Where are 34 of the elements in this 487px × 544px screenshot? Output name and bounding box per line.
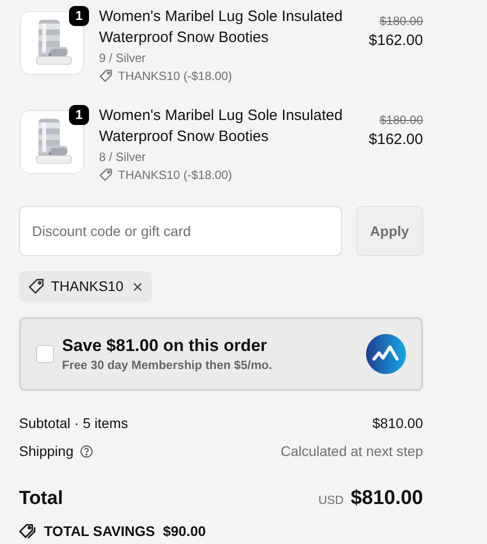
logo-icon bbox=[366, 334, 406, 374]
summary-label: Shipping bbox=[19, 442, 74, 461]
variant-text: 9 / Silver bbox=[99, 50, 147, 67]
product-title: Women's Maribel Lug Sole Insulated Waterproof Snow Booties bbox=[99, 106, 344, 147]
apply-button[interactable]: Apply bbox=[356, 206, 423, 256]
product-title: Women's Maribel Lug Sole Insulated Waterproof Snow Booties bbox=[99, 7, 344, 48]
checkbox[interactable] bbox=[36, 345, 54, 363]
discount-field[interactable]: Discount code or gift card bbox=[19, 206, 342, 256]
total-amount: $810.00 bbox=[350, 486, 423, 511]
offer-title: Save $81.00 on this order bbox=[62, 335, 268, 357]
tag-icon bbox=[99, 69, 113, 83]
original-price: $180.00 bbox=[380, 13, 423, 30]
discount-code: THANKS10 bbox=[51, 277, 124, 296]
offer-subtitle: Free 30 day Membership then $5/mo. bbox=[62, 357, 272, 373]
price: $162.00 bbox=[368, 130, 423, 150]
tag-icon bbox=[99, 168, 113, 182]
quantity-badge: 1 bbox=[69, 105, 89, 125]
tags-icon bbox=[19, 523, 36, 540]
price: $162.00 bbox=[368, 31, 423, 51]
summary-value: $810.00 bbox=[372, 414, 423, 432]
variant-text: 8 / Silver bbox=[99, 149, 147, 166]
discount-text: THANKS10 (-$18.00) bbox=[118, 68, 232, 85]
currency-label: USD bbox=[318, 492, 344, 509]
remove-button[interactable]: × bbox=[132, 278, 143, 296]
savings-amount: $90.00 bbox=[162, 522, 206, 541]
summary-value: Calculated at next step bbox=[280, 442, 423, 461]
summary-label: Subtotal · 5 items bbox=[19, 414, 128, 432]
total-label: Total bbox=[19, 486, 63, 510]
quantity-badge: 1 bbox=[69, 6, 89, 26]
original-price: $180.00 bbox=[380, 112, 423, 129]
tag-icon bbox=[28, 278, 45, 295]
help-icon[interactable] bbox=[80, 444, 92, 458]
discount-text: THANKS10 (-$18.00) bbox=[118, 167, 232, 184]
savings-label: TOTAL SAVINGS bbox=[44, 522, 155, 541]
